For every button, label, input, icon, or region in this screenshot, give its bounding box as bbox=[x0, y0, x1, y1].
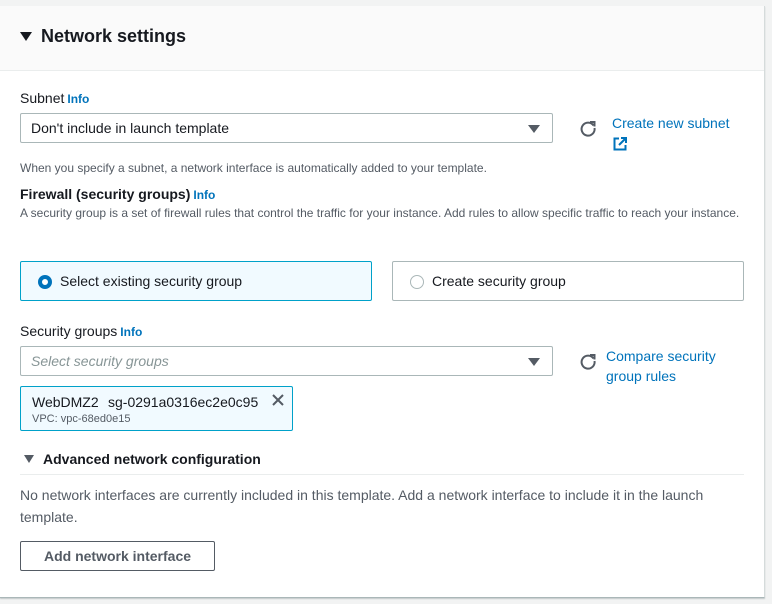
firewall-label: Firewall (security groups) Info bbox=[20, 186, 215, 202]
compare-link-line2[interactable]: group rules bbox=[606, 366, 716, 386]
network-interfaces-message: No network interfaces are currently incl… bbox=[20, 487, 704, 525]
refresh-icon[interactable] bbox=[579, 119, 597, 137]
radio-selected[interactable] bbox=[38, 275, 52, 289]
refresh-icon[interactable] bbox=[579, 352, 597, 370]
divider bbox=[20, 474, 744, 475]
add-network-interface-button[interactable]: Add network interface bbox=[20, 541, 215, 571]
security-groups-label: Security groups Info bbox=[20, 323, 142, 339]
firewall-description: A security group is a set of firewall ru… bbox=[20, 206, 740, 220]
option-select-existing-sg[interactable]: Select existing security group bbox=[20, 261, 372, 301]
compare-sg-rules-link[interactable]: Compare security group rules bbox=[606, 346, 716, 386]
chevron-down-icon bbox=[528, 125, 540, 133]
close-icon[interactable] bbox=[271, 393, 285, 407]
subnet-select[interactable]: Don't include in launch template bbox=[20, 113, 553, 143]
option-create-sg[interactable]: Create security group bbox=[392, 261, 744, 301]
sg-name: WebDMZ2 bbox=[32, 394, 99, 410]
option-label: Create security group bbox=[432, 273, 566, 289]
collapse-caret-icon[interactable] bbox=[20, 32, 32, 41]
subnet-description: When you specify a subnet, a network int… bbox=[20, 161, 487, 175]
panel-title: Network settings bbox=[41, 26, 187, 46]
selected-sg-token: WebDMZ2 sg-0291a0316ec2e0c95 VPC: vpc-68… bbox=[20, 386, 293, 431]
advanced-network-config-toggle[interactable]: Advanced network configuration bbox=[43, 451, 261, 467]
firewall-info-link[interactable]: Info bbox=[193, 188, 215, 202]
external-link-icon[interactable] bbox=[613, 137, 627, 151]
sg-vpc: VPC: vpc-68ed0e15 bbox=[32, 413, 131, 425]
compare-link-line1[interactable]: Compare security bbox=[606, 346, 716, 366]
security-groups-info-link[interactable]: Info bbox=[120, 325, 142, 339]
firewall-label-text: Firewall (security groups) bbox=[20, 186, 191, 202]
radio-unselected[interactable] bbox=[410, 275, 424, 289]
chevron-down-icon bbox=[528, 358, 540, 366]
subnet-label: Subnet Info bbox=[20, 90, 89, 106]
security-groups-label-text: Security groups bbox=[20, 323, 118, 339]
subnet-label-text: Subnet bbox=[20, 90, 65, 106]
security-groups-placeholder: Select security groups bbox=[31, 353, 169, 369]
subnet-info-link[interactable]: Info bbox=[67, 92, 89, 106]
expand-caret-icon[interactable] bbox=[24, 455, 34, 463]
panel-header[interactable]: Network settings bbox=[0, 6, 764, 71]
create-subnet-link[interactable]: Create new subnet bbox=[612, 113, 730, 133]
security-groups-select[interactable]: Select security groups bbox=[20, 346, 553, 376]
option-label: Select existing security group bbox=[60, 273, 243, 289]
sg-id: sg-0291a0316ec2e0c95 bbox=[108, 394, 259, 410]
subnet-select-value: Don't include in launch template bbox=[31, 120, 230, 136]
